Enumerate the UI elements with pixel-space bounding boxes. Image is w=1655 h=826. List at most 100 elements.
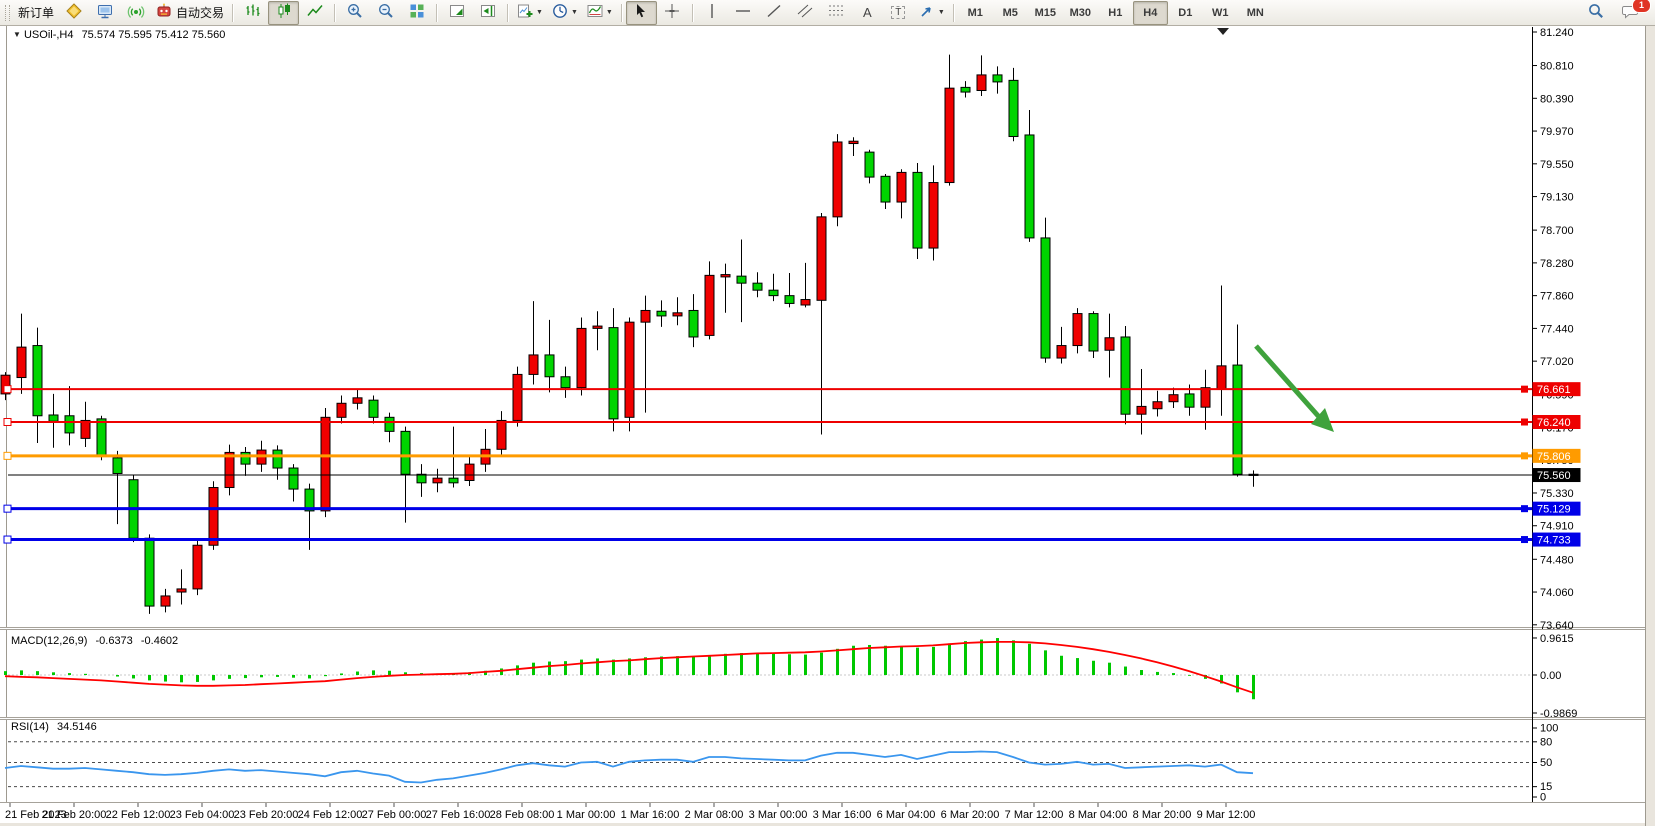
line-anchor-handle[interactable] — [4, 386, 11, 393]
time-tick-label: 1 Mar 16:00 — [621, 809, 680, 821]
toolbar-separator — [232, 4, 233, 22]
trendline-tool-button[interactable] — [759, 1, 790, 25]
candlestick-mode-button[interactable] — [268, 1, 299, 25]
chevron-down-icon: ▼ — [606, 9, 613, 16]
price-tick-label: 81.240 — [1540, 27, 1574, 39]
periods-button[interactable]: ▼ — [547, 1, 582, 25]
line-anchor-handle[interactable] — [4, 452, 11, 459]
candle-body — [577, 328, 586, 387]
toolbar-grip[interactable] — [5, 5, 10, 21]
line-anchor-handle[interactable] — [4, 536, 11, 543]
line-chart-mode-button[interactable] — [299, 1, 330, 25]
line-anchor-handle[interactable] — [1521, 452, 1528, 459]
bar-chart-mode-button[interactable] — [237, 1, 268, 25]
chart-title: ▼ USOil-,H4 75.574 75.595 75.412 75.560 — [13, 29, 225, 41]
autotrading-robot-icon — [155, 2, 173, 23]
price-tick-label: 74.910 — [1540, 521, 1574, 533]
candle-body — [177, 589, 186, 592]
main-toolbar: 新订单 自动交易 — [0, 0, 1655, 26]
tile-windows-icon — [408, 2, 426, 23]
candle-body — [1185, 394, 1194, 407]
candle-body — [881, 176, 890, 202]
time-tick-label: 23 Feb 20:00 — [234, 809, 299, 821]
time-tick-label: 7 Mar 12:00 — [1005, 809, 1064, 821]
time-tick-label: 28 Feb 08:00 — [490, 809, 555, 821]
toolbar-separator — [692, 4, 693, 22]
fibonacci-tool-button[interactable] — [821, 1, 852, 25]
zoom-in-icon — [346, 2, 364, 23]
candle-body — [193, 545, 202, 589]
candle-body — [1233, 365, 1242, 474]
crosshair-tool-button[interactable] — [657, 1, 688, 25]
time-tick-label: 2 Mar 08:00 — [685, 809, 744, 821]
search-icon — [1587, 2, 1605, 23]
vertical-line-tool-button[interactable] — [697, 1, 728, 25]
candle-body — [353, 398, 362, 403]
candle-body — [897, 172, 906, 202]
line-anchor-handle[interactable] — [4, 505, 11, 512]
chart-shift-button[interactable] — [472, 1, 503, 25]
line-anchor-handle[interactable] — [1521, 536, 1528, 543]
timeframe-button-m1[interactable]: M1 — [958, 1, 993, 25]
text-tool-button[interactable]: A — [852, 1, 883, 25]
candle-body — [161, 596, 170, 606]
rsi-tick-label: 80 — [1540, 736, 1552, 748]
line-anchor-handle[interactable] — [1521, 386, 1528, 393]
candle-body — [705, 275, 714, 335]
candle-body — [1105, 338, 1114, 350]
candle-body — [1153, 402, 1162, 409]
candle-body — [849, 141, 858, 143]
timeframe-button-w1[interactable]: W1 — [1203, 1, 1238, 25]
candle-body — [673, 313, 682, 316]
candle-body — [625, 322, 634, 417]
timeframe-button-d1[interactable]: D1 — [1168, 1, 1203, 25]
price-badge-label: 76.240 — [1537, 417, 1571, 429]
timeframe-button-m30[interactable]: M30 — [1063, 1, 1098, 25]
toolbar-separator — [334, 4, 335, 22]
price-tick-label: 77.020 — [1540, 356, 1574, 368]
timeframe-button-m5[interactable]: M5 — [993, 1, 1028, 25]
auto-scroll-button[interactable] — [441, 1, 472, 25]
rsi-name: RSI(14) — [11, 721, 49, 733]
candle-body — [465, 464, 474, 480]
chart-canvas[interactable]: 81.24080.81080.39079.97079.55079.13078.7… — [0, 0, 1655, 826]
tile-windows-button[interactable] — [401, 1, 432, 25]
clock-icon — [551, 2, 569, 23]
arrows-tool-button[interactable]: ▼ — [914, 1, 949, 25]
text-label-tool-button[interactable]: T — [883, 1, 914, 25]
fibonacci-icon — [827, 2, 845, 23]
timeframe-button-m15[interactable]: M15 — [1028, 1, 1063, 25]
mql5-market-button[interactable] — [58, 1, 89, 25]
candle-body — [769, 290, 778, 295]
line-anchor-handle[interactable] — [1521, 505, 1528, 512]
line-anchor-handle[interactable] — [4, 419, 11, 426]
symbol-dropdown-icon[interactable]: ▼ — [13, 30, 21, 39]
candle-body — [1169, 395, 1178, 402]
virtual-hosting-button[interactable] — [89, 1, 120, 25]
zoom-in-button[interactable] — [339, 1, 370, 25]
candle-body — [593, 326, 602, 328]
channel-tool-button[interactable] — [790, 1, 821, 25]
text-tool-label: A — [863, 5, 872, 20]
timeframe-button-mn[interactable]: MN — [1238, 1, 1273, 25]
cursor-tool-button[interactable] — [626, 1, 657, 25]
signals-button[interactable] — [120, 1, 151, 25]
timeframe-button-h1[interactable]: H1 — [1098, 1, 1133, 25]
new-order-button[interactable]: 新订单 — [14, 1, 58, 25]
rsi-indicator-label: RSI(14) 34.5146 — [11, 721, 97, 733]
rsi-tick-label: 100 — [1540, 723, 1558, 735]
rsi-value: 34.5146 — [57, 721, 97, 733]
zoom-out-button[interactable] — [370, 1, 401, 25]
line-anchor-handle[interactable] — [1521, 419, 1528, 426]
price-badge-label: 76.661 — [1537, 384, 1571, 396]
new-chart-button[interactable]: ▼ — [512, 1, 547, 25]
time-tick-label: 8 Mar 04:00 — [1069, 809, 1128, 821]
autotrading-button[interactable]: 自动交易 — [151, 1, 228, 25]
time-tick-label: 3 Mar 00:00 — [749, 809, 808, 821]
horizontal-line-tool-button[interactable] — [728, 1, 759, 25]
time-tick-label: 27 Feb 16:00 — [426, 809, 491, 821]
search-button[interactable] — [1580, 1, 1611, 25]
chat-button[interactable]: 1 — [1615, 1, 1646, 25]
indicators-button[interactable]: ▼ — [582, 1, 617, 25]
timeframe-button-h4[interactable]: H4 — [1133, 1, 1168, 25]
